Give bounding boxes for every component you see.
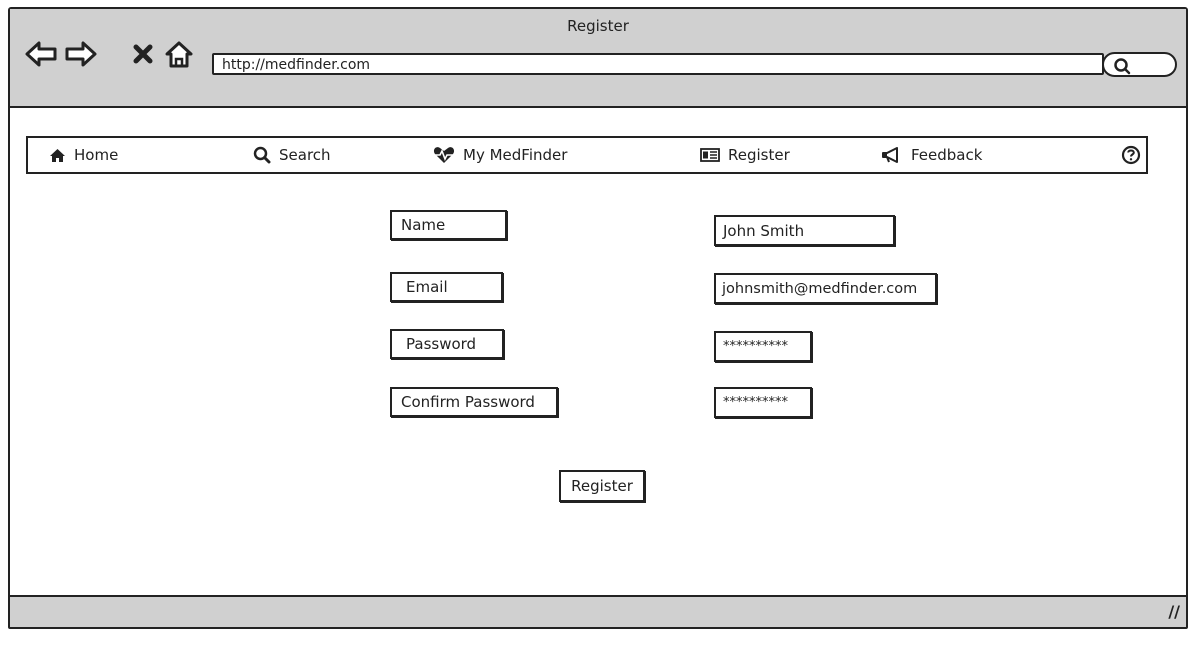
nav-menu: Home Search My MedFinder Register Feedba… [26, 136, 1148, 174]
home-icon [50, 148, 65, 162]
browser-window: Register http://medfinder.com Home Searc… [8, 7, 1188, 629]
forward-arrow-icon[interactable] [64, 37, 98, 71]
menu-item-label: Feedback [911, 146, 983, 164]
name-label: Name [390, 210, 507, 240]
email-label: Email [390, 272, 503, 302]
menu-item-label: Register [728, 146, 790, 164]
help-icon [1121, 145, 1141, 165]
register-button[interactable]: Register [559, 470, 645, 502]
search-icon [1114, 58, 1131, 75]
menu-item-label: My MedFinder [463, 146, 568, 164]
menu-item-home[interactable]: Home [49, 138, 118, 172]
status-bar: // [10, 595, 1186, 627]
back-arrow-icon[interactable] [24, 37, 58, 71]
stop-icon[interactable] [126, 37, 160, 71]
url-text: http://medfinder.com [222, 57, 371, 73]
search-field[interactable] [1102, 52, 1177, 77]
home-icon[interactable] [162, 37, 196, 71]
menu-item-register[interactable]: Register [700, 138, 790, 172]
menu-item-my-medfinder[interactable]: My MedFinder [433, 138, 567, 172]
help-button[interactable] [1121, 138, 1141, 172]
address-bar[interactable]: http://medfinder.com [212, 53, 1104, 75]
id-card-icon [700, 148, 720, 162]
confirm-password-label: Confirm Password [390, 387, 558, 417]
title-bar: Register http://medfinder.com [10, 9, 1186, 108]
resize-grip-icon[interactable]: // [1168, 602, 1180, 621]
password-label: Password [390, 329, 504, 359]
window-title: Register [567, 17, 629, 35]
password-input[interactable]: ********** [714, 331, 812, 362]
heartbeat-icon [433, 147, 455, 163]
menu-item-feedback[interactable]: Feedback [881, 138, 982, 172]
email-input[interactable]: johnsmith@medfinder.com [714, 273, 937, 304]
menu-item-search[interactable]: Search [253, 138, 331, 172]
confirm-password-input[interactable]: ********** [714, 387, 812, 418]
search-icon [253, 146, 271, 164]
name-input[interactable]: John Smith [714, 215, 895, 246]
megaphone-icon [882, 147, 898, 163]
menu-item-label: Home [74, 146, 119, 164]
menu-item-label: Search [279, 146, 331, 164]
